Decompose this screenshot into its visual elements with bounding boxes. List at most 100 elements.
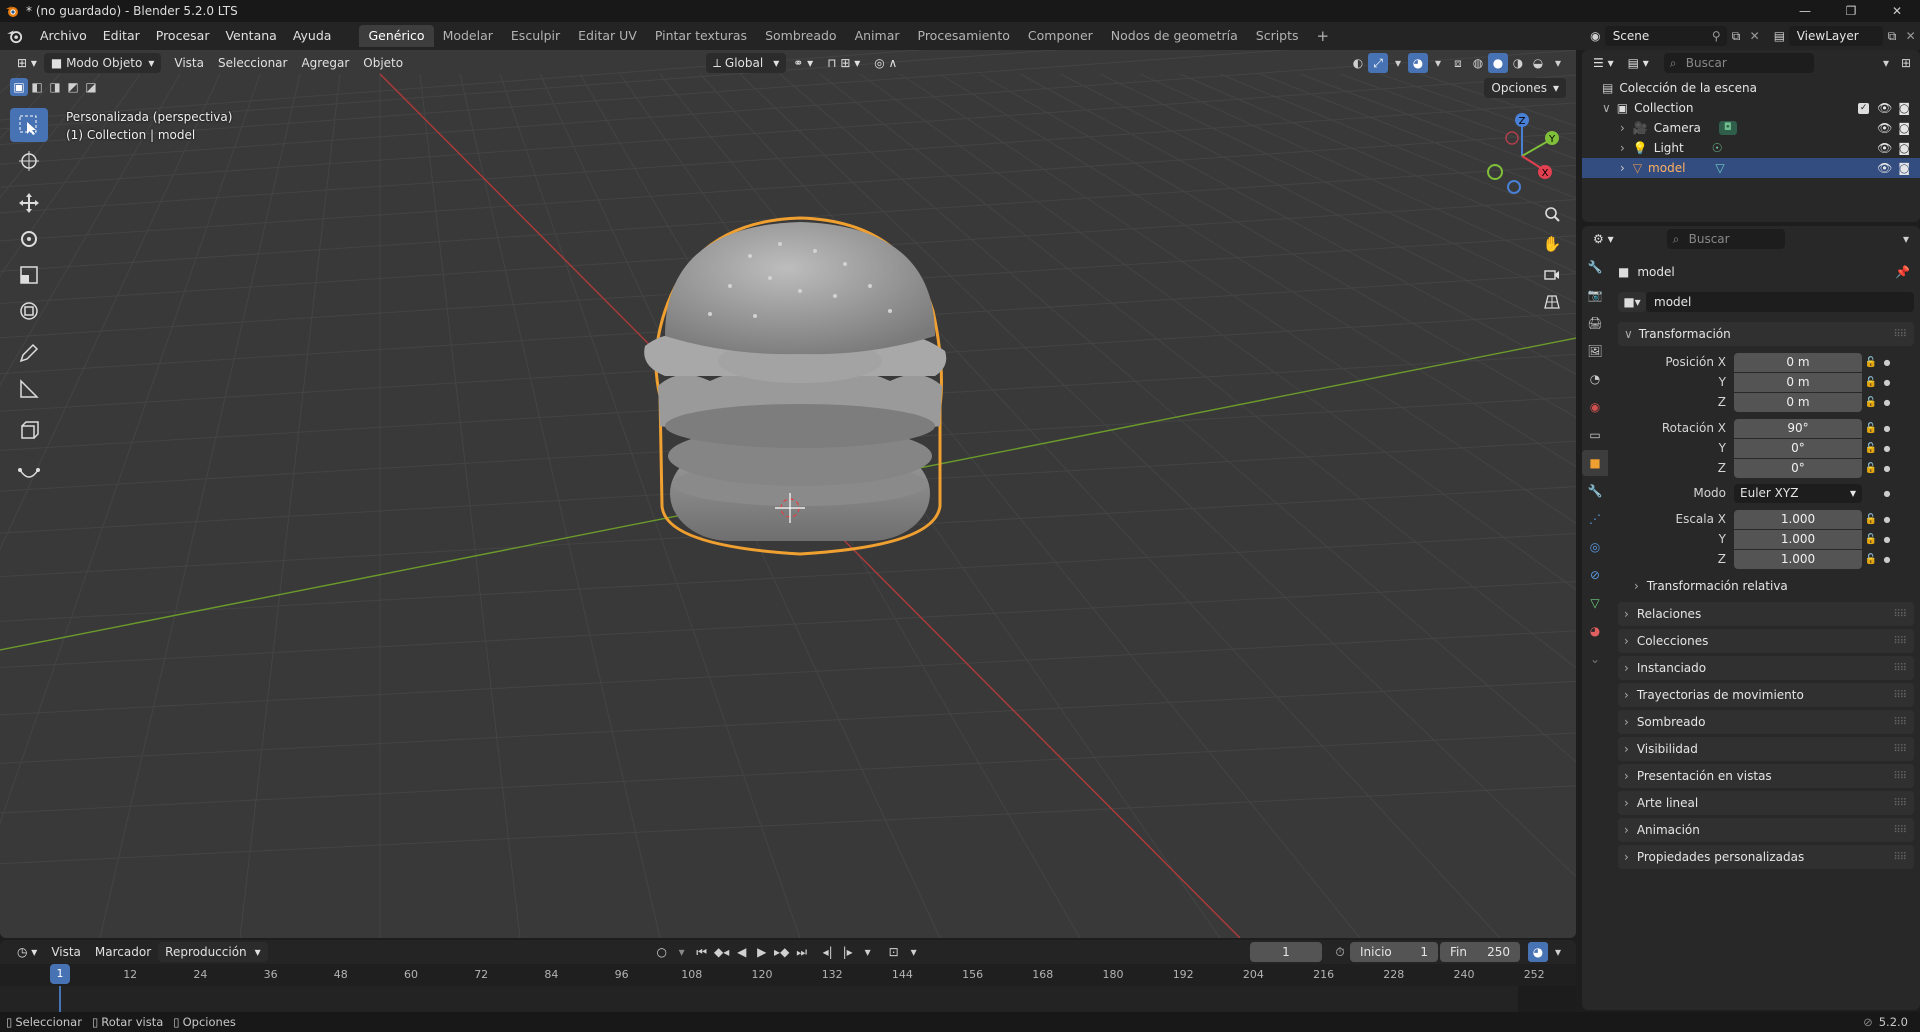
xray-icon[interactable]: ⧈: [1448, 53, 1468, 73]
select-subtract-icon[interactable]: ◨: [46, 78, 64, 96]
jump-end-icon[interactable]: ⏭: [792, 942, 812, 962]
lock-icon[interactable]: 🔓: [1862, 397, 1880, 408]
menu-vista[interactable]: Vista: [167, 53, 211, 73]
rotation-z-field[interactable]: 0°: [1734, 458, 1862, 478]
next-keyframe-icon[interactable]: ▸◆: [772, 942, 792, 962]
camera-render-icon[interactable]: ◙: [1898, 121, 1910, 135]
new-view-layer-icon[interactable]: ⧉: [1883, 26, 1902, 46]
3d-viewport[interactable]: ⊞ ▾ ■ Modo Objeto ▾ Vista Seleccionar Ag…: [0, 50, 1576, 938]
properties-panel-4[interactable]: › Sombreado ⠿⠿: [1618, 710, 1914, 734]
menu-agregar[interactable]: Agregar: [294, 53, 356, 73]
drag-grip-icon[interactable]: ⠿⠿: [1893, 663, 1907, 674]
tab-esculpir[interactable]: Esculpir: [502, 25, 569, 47]
shading-options-icon[interactable]: ▾: [1548, 53, 1568, 73]
tab-animar[interactable]: Animar: [846, 25, 909, 47]
timeline-overlay-icon[interactable]: ◕: [1528, 942, 1548, 962]
select-extend-icon[interactable]: ◧: [28, 78, 46, 96]
properties-panel-5[interactable]: › Visibilidad ⠿⠿: [1618, 737, 1914, 761]
end-frame-field[interactable]: Fin 250: [1440, 942, 1520, 962]
outliner-scene-collection[interactable]: ▤ Colección de la escena: [1582, 78, 1920, 98]
object-datablock-icon[interactable]: ■▾: [1618, 292, 1646, 312]
properties-panel-7[interactable]: › Arte lineal ⠿⠿: [1618, 791, 1914, 815]
options-dropdown[interactable]: Opciones ▾: [1484, 78, 1566, 98]
chevron-down-icon[interactable]: ∨: [1602, 101, 1611, 115]
keyframe-dot-icon[interactable]: ●: [1880, 535, 1894, 544]
delete-scene-icon[interactable]: ✕: [1745, 26, 1764, 46]
properties-panel-9[interactable]: › Propiedades personalizadas ⠿⠿: [1618, 845, 1914, 869]
properties-options-icon[interactable]: ▾: [1896, 229, 1916, 249]
chevron-right-icon[interactable]: ›: [1620, 161, 1625, 175]
rotation-x-field[interactable]: 90°: [1734, 418, 1862, 438]
modifier-tab-icon[interactable]: 🔧: [1582, 478, 1608, 504]
properties-search-input[interactable]: ⌕ Buscar: [1666, 229, 1785, 249]
tab-componer[interactable]: Componer: [1019, 25, 1102, 47]
annotate-tool[interactable]: [10, 336, 48, 370]
drag-grip-icon[interactable]: ⠿⠿: [1893, 609, 1907, 620]
auto-key-dropdown-icon[interactable]: ▾: [904, 942, 924, 962]
drag-grip-icon[interactable]: ⠿⠿: [1893, 771, 1907, 782]
timeline-menu-vista[interactable]: Vista: [44, 942, 88, 962]
output-tab-icon[interactable]: 🖨: [1582, 310, 1608, 336]
view-layer-selector[interactable]: ViewLayer: [1788, 26, 1883, 46]
playhead[interactable]: 1: [50, 964, 70, 984]
position-x-field[interactable]: 0 m: [1734, 352, 1862, 372]
tab-sombreado[interactable]: Sombreado: [756, 25, 846, 47]
object-tab-icon[interactable]: ■: [1582, 450, 1608, 476]
mode-selector[interactable]: ■ Modo Objeto ▾: [43, 53, 162, 73]
drag-grip-icon[interactable]: ⠿⠿: [1893, 744, 1907, 755]
new-scene-icon[interactable]: ⧉: [1727, 26, 1746, 46]
overlay-dropdown-icon[interactable]: ▾: [1388, 53, 1408, 73]
drag-grip-icon[interactable]: ⠿⠿: [1893, 329, 1907, 340]
add-cube-tool[interactable]: [10, 414, 48, 448]
menu-seleccionar[interactable]: Seleccionar: [211, 53, 294, 73]
outliner-item-light[interactable]: › 💡 Light ☉ 👁 ◙: [1582, 138, 1920, 158]
delta-transform-subpanel[interactable]: › Transformación relativa: [1618, 576, 1914, 596]
scene-tab-icon[interactable]: ◔: [1582, 366, 1608, 392]
properties-panel-6[interactable]: › Presentación en vistas ⠿⠿: [1618, 764, 1914, 788]
outliner-search-input[interactable]: ⌕ Buscar: [1663, 53, 1814, 73]
world-tab-icon[interactable]: ◉: [1582, 394, 1608, 420]
lock-icon[interactable]: 🔓: [1862, 357, 1880, 368]
properties-panel-1[interactable]: › Colecciones ⠿⠿: [1618, 629, 1914, 653]
tool-tab-icon[interactable]: 🔧: [1582, 254, 1608, 280]
collection-tab-icon[interactable]: ▭: [1582, 422, 1608, 448]
snap-icon[interactable]: ⊓ ⊞ ▾: [820, 53, 867, 73]
properties-editor-type-icon[interactable]: ⚙ ▾: [1586, 229, 1621, 249]
eye-icon[interactable]: 👁: [1877, 141, 1892, 155]
jump-start-icon[interactable]: ⏮: [692, 942, 712, 962]
properties-panel-3[interactable]: › Trayectorias de movimiento ⠿⠿: [1618, 683, 1914, 707]
scale-tool[interactable]: [10, 258, 48, 292]
tab-generico[interactable]: Genérico: [359, 25, 434, 47]
navigation-gizmo[interactable]: Z Y X: [1478, 108, 1568, 198]
camera-view-icon[interactable]: [1540, 262, 1564, 286]
keyframe-dot-icon[interactable]: ●: [1880, 398, 1894, 407]
tab-pintar-texturas[interactable]: Pintar texturas: [646, 25, 756, 47]
timeline-editor-type-icon[interactable]: ◷ ▾: [10, 942, 44, 962]
view-layer-tab-icon[interactable]: 🖼: [1582, 338, 1608, 364]
object-name-field[interactable]: model: [1646, 292, 1914, 312]
camera-data-icon[interactable]: ◘: [1718, 121, 1737, 135]
new-collection-icon[interactable]: ⊞: [1896, 53, 1916, 73]
lock-icon[interactable]: 🔓: [1862, 554, 1880, 565]
drag-grip-icon[interactable]: ⠿⠿: [1893, 717, 1907, 728]
tab-procesamiento[interactable]: Procesamiento: [909, 25, 1019, 47]
constraints-tab-icon[interactable]: ⊘: [1582, 562, 1608, 588]
eye-icon[interactable]: 👁: [1877, 101, 1892, 115]
keyframe-dot-icon[interactable]: ●: [1880, 555, 1894, 564]
select-box-tool[interactable]: [10, 108, 48, 142]
editor-type-icon[interactable]: ⊞ ▾: [10, 53, 44, 73]
tab-nodos-geometria[interactable]: Nodos de geometría: [1102, 25, 1247, 47]
outliner-editor-type-icon[interactable]: ☰ ▾: [1586, 53, 1621, 73]
rotate-tool[interactable]: [10, 222, 48, 256]
drag-grip-icon[interactable]: ⠿⠿: [1893, 852, 1907, 863]
prev-keyframe-icon[interactable]: ◆◂: [712, 942, 732, 962]
outliner-item-model[interactable]: › ▽ model ▽ 👁 ◙: [1582, 158, 1920, 178]
menu-ventana[interactable]: Ventana: [217, 26, 284, 46]
keying-dropdown-icon[interactable]: ▾: [672, 942, 692, 962]
tab-editar-uv[interactable]: Editar UV: [569, 25, 646, 47]
curve-tool[interactable]: [10, 456, 48, 490]
scene-icon[interactable]: ◉: [1586, 26, 1605, 46]
record-icon[interactable]: ○: [652, 942, 672, 962]
camera-render-icon[interactable]: ◙: [1898, 141, 1910, 155]
keyframe-dot-icon[interactable]: ●: [1880, 464, 1894, 473]
